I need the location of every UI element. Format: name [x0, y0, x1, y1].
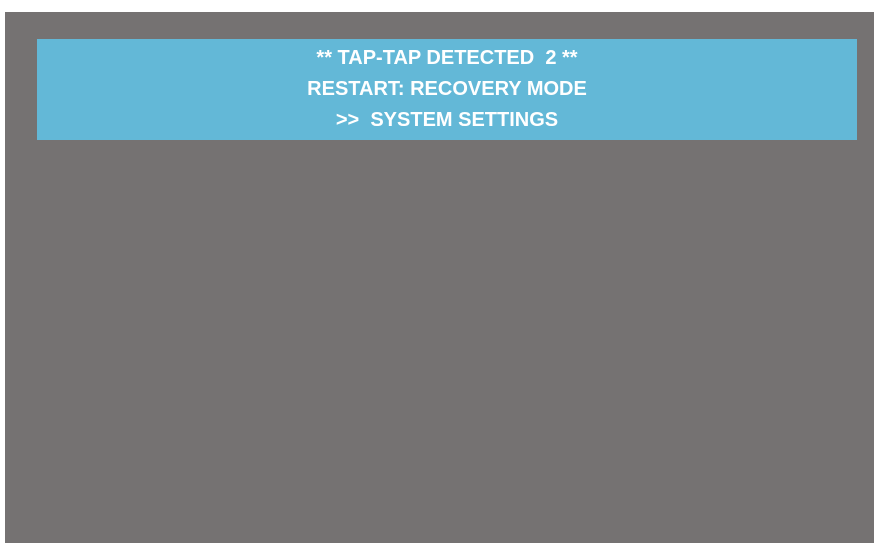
menu-item-system-settings[interactable]: >> SYSTEM SETTINGS	[336, 105, 558, 136]
recovery-menu-banner: ** TAP-TAP DETECTED 2 ** RESTART: RECOVE…	[37, 39, 857, 140]
boot-screen: ** TAP-TAP DETECTED 2 ** RESTART: RECOVE…	[5, 12, 874, 543]
tap-detected-status: ** TAP-TAP DETECTED 2 **	[316, 47, 578, 69]
menu-item-restart-recovery[interactable]: RESTART: RECOVERY MODE	[307, 74, 587, 105]
